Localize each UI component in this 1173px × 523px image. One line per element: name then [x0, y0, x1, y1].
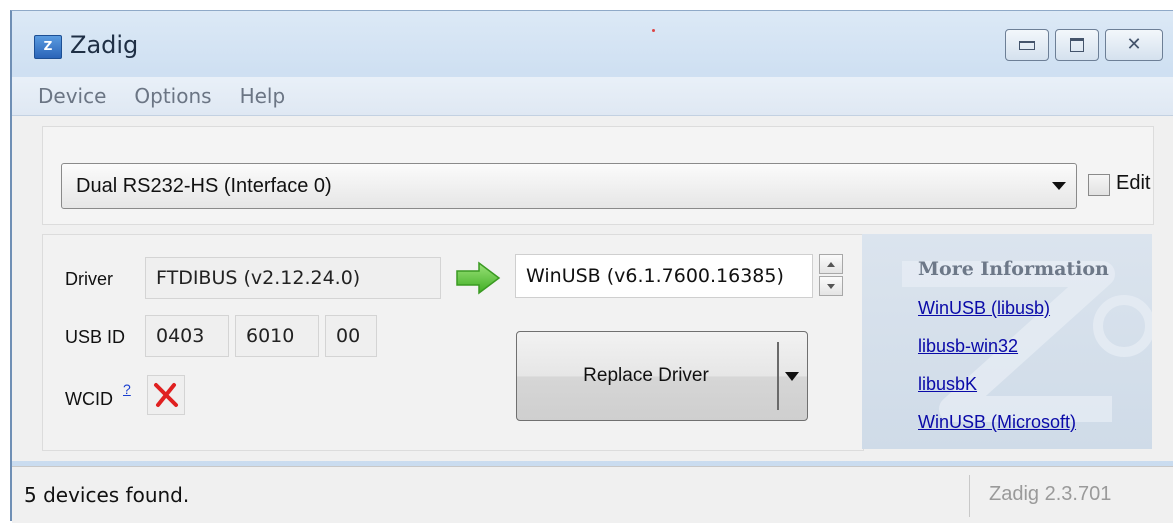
link-winusb-libusb[interactable]: WinUSB (libusb) [918, 298, 1050, 319]
device-panel: Dual RS232-HS (Interface 0) Edit [42, 126, 1154, 225]
usb-id-label: USB ID [65, 327, 126, 347]
zadig-app-icon: Z [34, 35, 62, 59]
wcid-label: WCID [65, 389, 113, 409]
red-x-icon [154, 383, 178, 407]
edit-checkbox[interactable] [1088, 174, 1110, 196]
wcid-help-link[interactable]: ? [123, 381, 131, 397]
menu-bar: Device Options Help [12, 77, 1173, 116]
version-text: Zadig 2.3.701 [989, 483, 1112, 505]
menu-device[interactable]: Device [28, 84, 116, 108]
status-text: 5 devices found. [24, 483, 190, 507]
usb-mi-field: 00 [325, 315, 377, 357]
device-dropdown[interactable]: Dual RS232-HS (Interface 0) [61, 163, 1077, 209]
arrow-down-icon [827, 283, 835, 289]
usb-pid-field: 6010 [235, 315, 319, 357]
stray-dot [652, 29, 655, 32]
menu-help[interactable]: Help [230, 84, 296, 108]
close-icon: ✕ [1126, 34, 1142, 55]
close-button[interactable]: ✕ [1105, 29, 1163, 61]
green-arrow-icon [456, 261, 501, 295]
link-libusbk[interactable]: libusbK [918, 374, 977, 395]
split-dropdown-icon[interactable] [785, 372, 799, 381]
device-dropdown-value: Dual RS232-HS (Interface 0) [76, 175, 332, 197]
current-driver-field: FTDIBUS (v2.12.24.0) [145, 257, 441, 299]
maximize-button[interactable] [1055, 29, 1099, 61]
minimize-button[interactable] [1005, 29, 1049, 61]
status-divider [969, 475, 970, 517]
client-area: Dual RS232-HS (Interface 0) Edit Driver … [12, 116, 1173, 461]
more-information-panel: More Information WinUSB (libusb) libusb-… [862, 234, 1152, 449]
split-divider [777, 342, 779, 410]
target-driver-field[interactable]: WinUSB (v6.1.7600.16385) [515, 254, 813, 298]
target-driver-spinner [819, 254, 845, 298]
usb-vid-field: 0403 [145, 315, 229, 357]
link-winusb-microsoft[interactable]: WinUSB (Microsoft) [918, 412, 1076, 433]
zadig-window: Z Zadig ✕ Device Options Help Dual RS232… [10, 10, 1173, 523]
spinner-up-button[interactable] [819, 254, 843, 274]
window-controls: ✕ [1005, 29, 1163, 61]
arrow-up-icon [827, 261, 835, 267]
chevron-down-icon [1052, 182, 1066, 190]
driver-label: Driver [65, 269, 113, 289]
replace-driver-button[interactable]: Replace Driver [516, 331, 808, 421]
edit-label: Edit [1116, 172, 1151, 194]
driver-panel: Driver FTDIBUS (v2.12.24.0) USB ID 0403 … [42, 234, 864, 451]
status-bar: 5 devices found. Zadig 2.3.701 [12, 466, 1173, 523]
spinner-down-button[interactable] [819, 276, 843, 296]
window-title: Zadig [70, 31, 139, 59]
wcid-status [147, 375, 185, 415]
maximize-icon [1070, 38, 1084, 52]
title-bar[interactable]: Z Zadig ✕ [12, 11, 1173, 77]
more-information-title: More Information [918, 258, 1109, 280]
replace-driver-label: Replace Driver [583, 365, 709, 386]
link-libusb-win32[interactable]: libusb-win32 [918, 336, 1018, 357]
menu-options[interactable]: Options [124, 84, 221, 108]
minimize-icon [1019, 40, 1035, 50]
